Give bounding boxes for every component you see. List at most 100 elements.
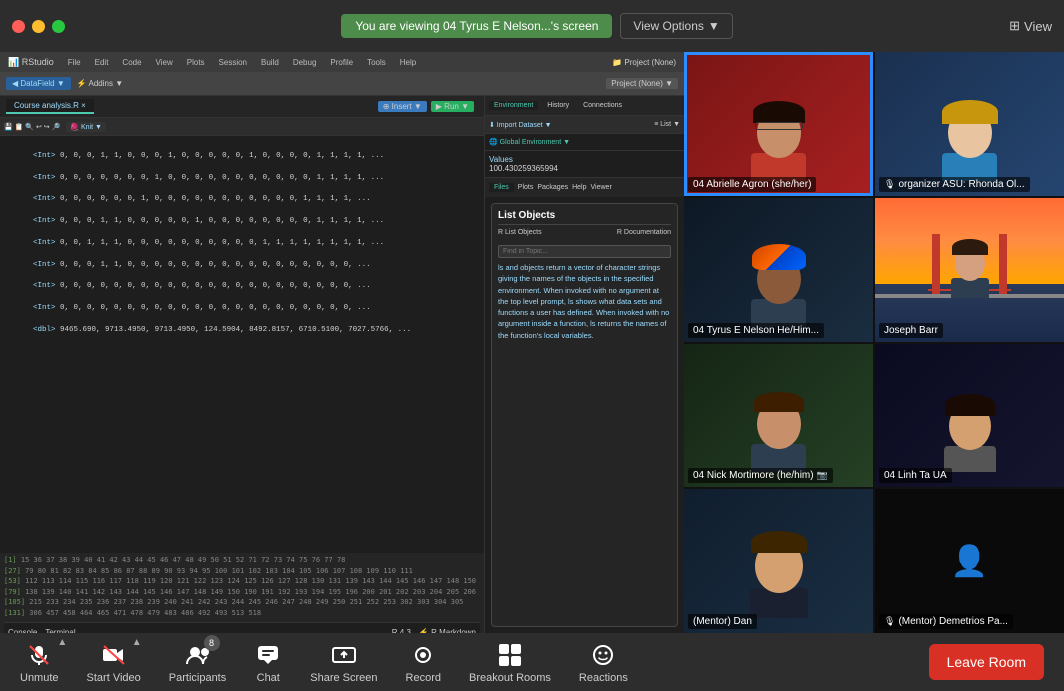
video-tile-mentor-dan: (Mentor) Dan [684, 489, 873, 633]
help-tab[interactable]: Help [572, 184, 586, 191]
code-line-4: <Int> 0, 0, 0, 1, 1, 0, 0, 0, 0, 0, 1, 0… [6, 217, 384, 225]
connections-tab[interactable]: Connections [578, 101, 627, 110]
chat-button[interactable]: Chat [254, 641, 282, 684]
run-btn[interactable]: ▶ Run ▼ [431, 101, 474, 112]
video-tile-abrielle: 04 Abrielle Agron (she/her) [684, 52, 873, 196]
files-tabs: Files Plots Packages Help Viewer [485, 177, 684, 197]
unmute-label: Unmute [20, 672, 59, 684]
participant-name-nick: 04 Nick Mortimore (he/him) 📷 [688, 468, 833, 483]
breakout-rooms-label: Breakout Rooms [469, 672, 551, 684]
screen-share-area: 📊 RStudio File Edit Code View Plots Sess… [0, 52, 684, 633]
video-grid: 04 Abrielle Agron (she/her) 🎙 organizer … [684, 52, 1064, 633]
list-view[interactable]: ≡ List ▼ [654, 121, 680, 128]
rstudio-session-menu[interactable]: Session [219, 58, 247, 67]
rstudio-help-menu[interactable]: Help [400, 58, 416, 67]
viewer-tab[interactable]: Viewer [591, 184, 612, 191]
view-button[interactable]: ⊞ View [1009, 18, 1052, 34]
participant-name-mentor-dan: (Mentor) Dan [688, 614, 757, 629]
global-env: 🌐 Global Environment ▼ [485, 134, 684, 151]
line-numbers: [1] 15 36 37 38 39 40 41 42 43 44 45 46 … [4, 555, 480, 618]
mic-icon-demetrios: 🎙 [884, 616, 895, 627]
participants-icon: 8 [184, 641, 212, 669]
reactions-label: Reactions [579, 672, 628, 684]
view-options-button[interactable]: View Options ▼ [620, 13, 732, 39]
video-chevron: ▲ [132, 637, 142, 648]
participants-button[interactable]: 8 Participants [169, 641, 226, 684]
unmute-chevron: ▲ [57, 637, 67, 648]
files-tab[interactable]: Files [489, 183, 514, 192]
packages-tab[interactable]: Packages [537, 184, 568, 191]
r-doc-link[interactable]: R Documentation [617, 229, 671, 236]
record-label: Record [406, 672, 441, 684]
insert-btn[interactable]: ⊕ Insert ▼ [378, 101, 427, 112]
rstudio-edit-menu[interactable]: Edit [95, 58, 109, 67]
editor-toolbar-icons: 💾 📋 🔍 ↩ ↪ 🔎 [4, 123, 60, 131]
start-video-button[interactable]: ▲ Start Video [87, 641, 141, 684]
rstudio-view-menu[interactable]: View [156, 58, 173, 67]
organizer-badge: 🎙 [884, 179, 895, 190]
participants-count-badge: 8 [204, 635, 220, 651]
video-tile-joseph: Joseph Barr [875, 198, 1064, 342]
code-line-6: <Int> 0, 0, 0, 1, 1, 0, 0, 0, 0, 0, 0, 0… [6, 261, 371, 269]
plots-tab[interactable]: Plots [518, 184, 534, 191]
import-dataset[interactable]: ⬇ Import Dataset ▼ [489, 121, 552, 129]
chat-label: Chat [257, 672, 280, 684]
history-tab[interactable]: History [542, 101, 574, 110]
share-screen-icon [330, 641, 358, 669]
r-list-objects: R List Objects [498, 229, 542, 236]
code-line-1: <Int> 0, 0, 0, 1, 1, 0, 0, 0, 1, 0, 0, 0… [6, 152, 384, 160]
maximize-button[interactable] [52, 20, 65, 33]
project-new[interactable]: Project (None) ▼ [606, 78, 678, 89]
participant-name-joseph: Joseph Barr [879, 323, 943, 338]
golden-gate-bg [875, 198, 1064, 342]
video-tile-demetrios: 👤 🎙 (Mentor) Demetrios Pa... [875, 489, 1064, 633]
share-screen-label: Share Screen [310, 672, 377, 684]
bottom-toolbar: ▲ Unmute ▲ Start Video [0, 633, 1064, 691]
share-screen-button[interactable]: Share Screen [310, 641, 377, 684]
knit-btn[interactable]: 🧶 Knit ▼ [66, 122, 106, 132]
rstudio-debug-menu[interactable]: Debug [293, 58, 317, 67]
source-tab[interactable]: Course analysis.R × [6, 99, 94, 114]
top-bar: You are viewing 04 Tyrus E Nelson...'s s… [0, 0, 1064, 52]
code-line-9: <dbl> 9465.690, 9713.4950, 9713.4950, 12… [6, 326, 411, 334]
screen-share-notice: You are viewing 04 Tyrus E Nelson...'s s… [65, 13, 1009, 39]
rstudio-window: 📊 RStudio File Edit Code View Plots Sess… [0, 52, 684, 633]
rstudio-plots-menu[interactable]: Plots [187, 58, 205, 67]
breakout-rooms-icon [496, 641, 524, 669]
rstudio-file-menu[interactable]: File [68, 58, 81, 67]
env-tab[interactable]: Environment [489, 101, 538, 110]
datafield-dropdown[interactable]: ◀ DataField ▼ [6, 77, 71, 90]
minimize-button[interactable] [32, 20, 45, 33]
close-button[interactable] [12, 20, 25, 33]
rstudio-build-menu[interactable]: Build [261, 58, 279, 67]
list-objects-title: List Objects [498, 210, 671, 225]
record-button[interactable]: Record [406, 641, 441, 684]
find-topic-input[interactable] [498, 245, 671, 258]
reactions-button[interactable]: Reactions [579, 641, 628, 684]
record-icon [409, 641, 437, 669]
addins-btn[interactable]: ⚡ Addins ▼ [77, 79, 123, 88]
unmute-button[interactable]: ▲ Unmute [20, 641, 59, 684]
video-tile-linh: 04 Linh Ta UA [875, 344, 1064, 488]
chat-icon [254, 641, 282, 669]
breakout-rooms-button[interactable]: Breakout Rooms [469, 641, 551, 684]
rstudio-profile-menu[interactable]: Profile [330, 58, 353, 67]
main-content: 📊 RStudio File Edit Code View Plots Sess… [0, 52, 1064, 633]
rstudio-code-menu[interactable]: Code [122, 58, 141, 67]
participant-name-linh: 04 Linh Ta UA [879, 468, 952, 483]
rstudio-project: 📁 Project (None) [612, 58, 676, 67]
video-tile-rhonda: 🎙 organizer ASU: Rhonda Ol... [875, 52, 1064, 196]
participant-name-tyrus: 04 Tyrus E Nelson He/Him... [688, 323, 824, 338]
code-line-3: <Int> 0, 0, 0, 0, 0, 0, 1, 0, 0, 0, 0, 0… [6, 195, 371, 203]
camera-icon-nick: 📷 [817, 470, 828, 481]
chevron-down-icon: ▼ [708, 19, 720, 33]
env-values: Values 100.430259365994 [485, 151, 684, 177]
leave-room-button[interactable]: Leave Room [929, 644, 1044, 680]
view-options-label: View Options [633, 19, 703, 33]
screen-share-text: You are viewing 04 Tyrus E Nelson...'s s… [341, 14, 612, 38]
rstudio-tools-menu[interactable]: Tools [367, 58, 386, 67]
view-label: View [1024, 19, 1052, 34]
reactions-icon [589, 641, 617, 669]
mic-icon [25, 641, 53, 669]
start-video-label: Start Video [87, 672, 141, 684]
